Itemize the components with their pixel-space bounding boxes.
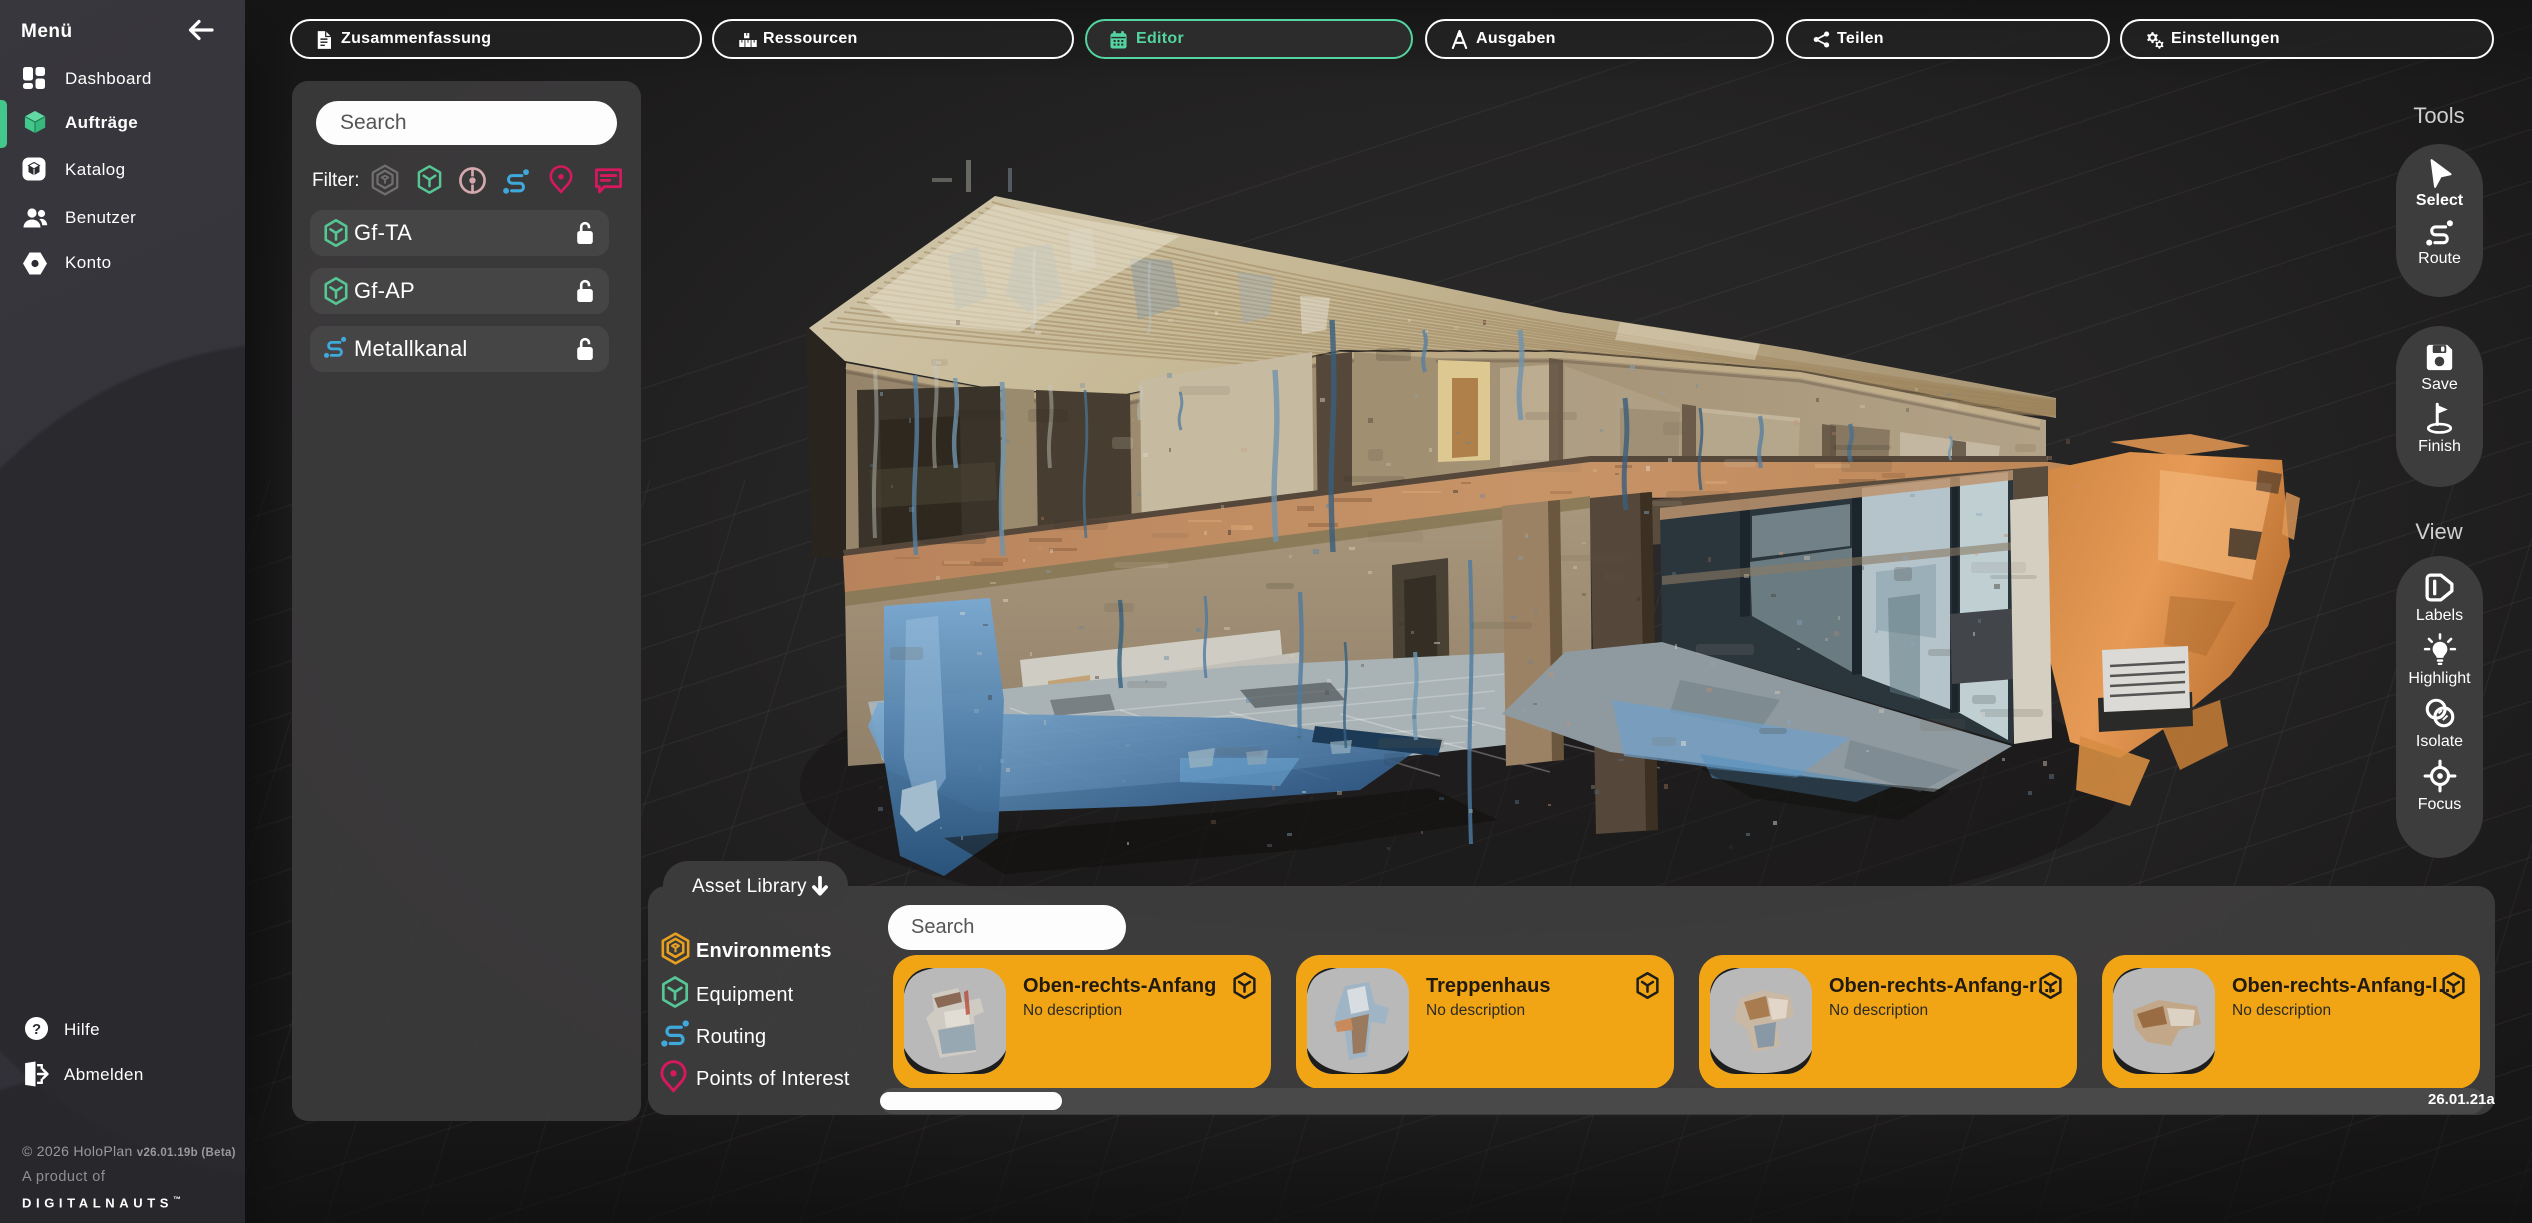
svg-text:?: ?	[32, 1022, 41, 1038]
